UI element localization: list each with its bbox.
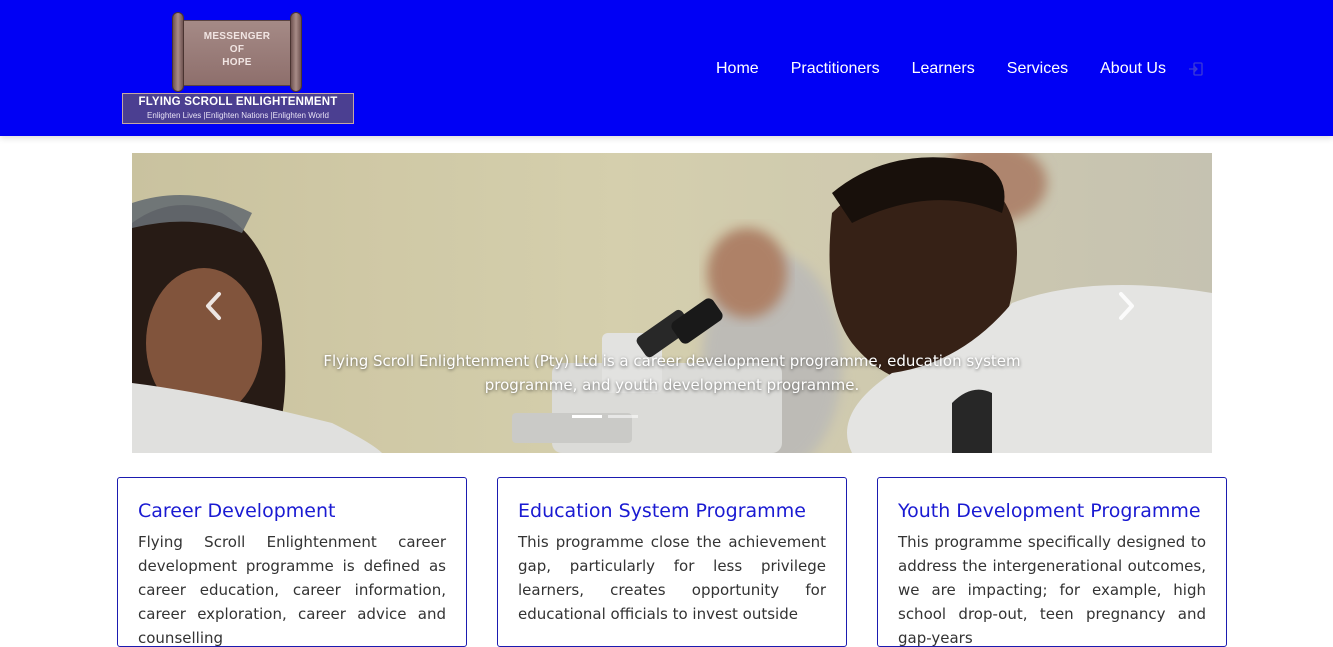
chevron-left-icon[interactable] [202,291,226,321]
site-logo[interactable]: MESSENGER OF HOPE FLYING SCROLL ENLIGHTE… [122,10,354,126]
card-education-system: Education System Programme This programm… [497,477,847,647]
slide-image [132,153,1212,453]
card-text: This programme close the achievement gap… [518,533,826,623]
logo-tagline: Enlighten Lives |Enlighten Nations |Enli… [147,111,329,120]
chevron-right-icon[interactable] [1114,291,1138,321]
login-icon[interactable] [1188,61,1204,77]
logo-banner: FLYING SCROLL ENLIGHTENMENT Enlighten Li… [122,93,354,124]
carousel-indicator-1[interactable] [572,415,602,418]
scroll-roll-right [290,12,302,92]
logo-title: FLYING SCROLL ENLIGHTENMENT [138,96,338,108]
hero-carousel: Flying Scroll Enlightenment (Pty) Ltd is… [132,153,1212,453]
nav-practitioners[interactable]: Practitioners [775,60,896,78]
nav-learners[interactable]: Learners [896,60,991,78]
nav-services[interactable]: Services [991,60,1084,78]
card-title[interactable]: Education System Programme [518,498,826,524]
carousel-caption: Flying Scroll Enlightenment (Pty) Ltd is… [323,352,1021,394]
scroll-emblem: MESSENGER OF HOPE [172,12,302,92]
card-career-development: Career Development Flying Scroll Enlight… [117,477,467,647]
main-nav: Home Practitioners Learners Services Abo… [700,52,1182,86]
nav-about-us[interactable]: About Us [1084,60,1182,78]
scroll-text: MESSENGER OF HOPE [184,30,290,69]
card-youth-development: Youth Development Programme This program… [877,477,1227,647]
card-title[interactable]: Youth Development Programme [898,498,1206,524]
carousel-indicators [572,415,638,418]
card-title[interactable]: Career Development [138,498,446,524]
card-text: This programme specifically designed to … [898,533,1206,647]
scroll-line-2: OF [229,44,245,55]
site-header: MESSENGER OF HOPE FLYING SCROLL ENLIGHTE… [0,0,1333,136]
scroll-line-3: HOPE [222,57,252,68]
scroll-roll-left [172,12,184,92]
carousel-indicator-2[interactable] [608,415,638,418]
nav-home[interactable]: Home [700,60,775,78]
scroll-line-1: MESSENGER [203,31,271,42]
card-text: Flying Scroll Enlightenment career devel… [138,533,446,647]
